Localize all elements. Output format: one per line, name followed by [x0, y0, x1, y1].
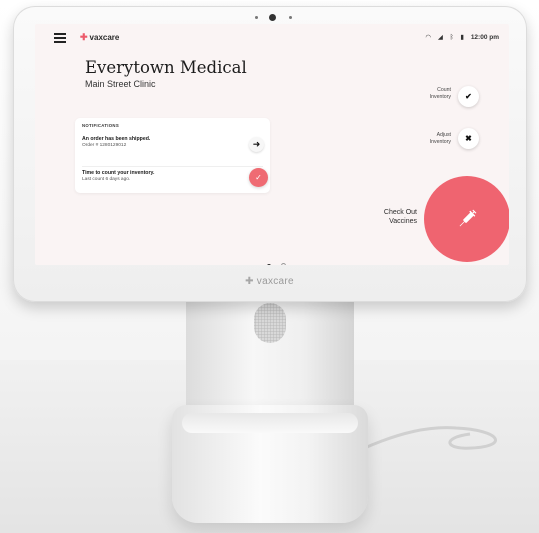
page-dot-active[interactable] [267, 264, 271, 265]
status-time: 12:00 pm [470, 34, 499, 41]
adjust-inventory-label: Adjust Inventory [429, 132, 451, 145]
wifi-icon: ◠ [425, 34, 432, 41]
check-icon[interactable]: ✓ [249, 168, 268, 187]
notification-subtitle: Order # 1280129012 [82, 143, 127, 148]
bezel-logo: ✚ vaxcare [245, 276, 294, 287]
notifications-heading: NOTIFICATIONS [82, 123, 119, 128]
vaxcare-logo-icon: ✚ [245, 276, 254, 287]
notification-count-inventory[interactable]: Time to count your inventory. Last count… [75, 167, 270, 193]
sensor-dot [255, 16, 258, 19]
checkout-vaccines-button[interactable] [424, 176, 509, 262]
location-name: Main Street Clinic [85, 79, 156, 89]
screen: ✚ vaxcare ◠ ◢ ᛒ ▮ 12:00 pm Everytown Medi… [35, 24, 509, 265]
stand-base [172, 405, 368, 523]
syringe-icon [459, 209, 477, 227]
adjust-inventory-button[interactable]: ✖ [458, 128, 479, 149]
speaker-grille [254, 303, 286, 343]
notification-title: Time to count your inventory. [82, 170, 155, 176]
camera-icon [269, 14, 276, 21]
close-icon: ✖ [465, 134, 472, 143]
bluetooth-icon: ᛒ [449, 34, 454, 41]
arrow-right-icon[interactable]: ➜ [249, 137, 264, 152]
notification-subtitle: Last count 6 days ago. [82, 177, 131, 182]
sensor-dot [289, 16, 292, 19]
checkout-vaccines-label: Check Out Vaccines [383, 209, 417, 225]
notification-title: An order has been shipped. [82, 136, 151, 142]
clinic-name: Everytown Medical [85, 58, 247, 77]
page-dot-inactive[interactable] [281, 263, 287, 265]
status-icons: ◠ ◢ ᛒ ▮ 12:00 pm [420, 33, 499, 41]
hamburger-menu-icon[interactable] [54, 33, 66, 43]
app-logo: ✚ vaxcare [80, 32, 120, 42]
count-inventory-button[interactable]: ✔ [458, 86, 479, 107]
signal-icon: ◢ [437, 34, 443, 41]
vaxcare-logo-icon: ✚ [80, 32, 88, 42]
count-inventory-label: Count Inventory [429, 87, 451, 100]
notification-order-shipped[interactable]: An order has been shipped. Order # 12801… [75, 133, 270, 159]
check-icon: ✔ [465, 92, 472, 101]
page-indicator [264, 255, 289, 265]
battery-icon: ▮ [460, 34, 464, 41]
notifications-card: NOTIFICATIONS An order has been shipped.… [75, 118, 270, 193]
status-bar: ✚ vaxcare ◠ ◢ ᛒ ▮ 12:00 pm [35, 24, 509, 50]
